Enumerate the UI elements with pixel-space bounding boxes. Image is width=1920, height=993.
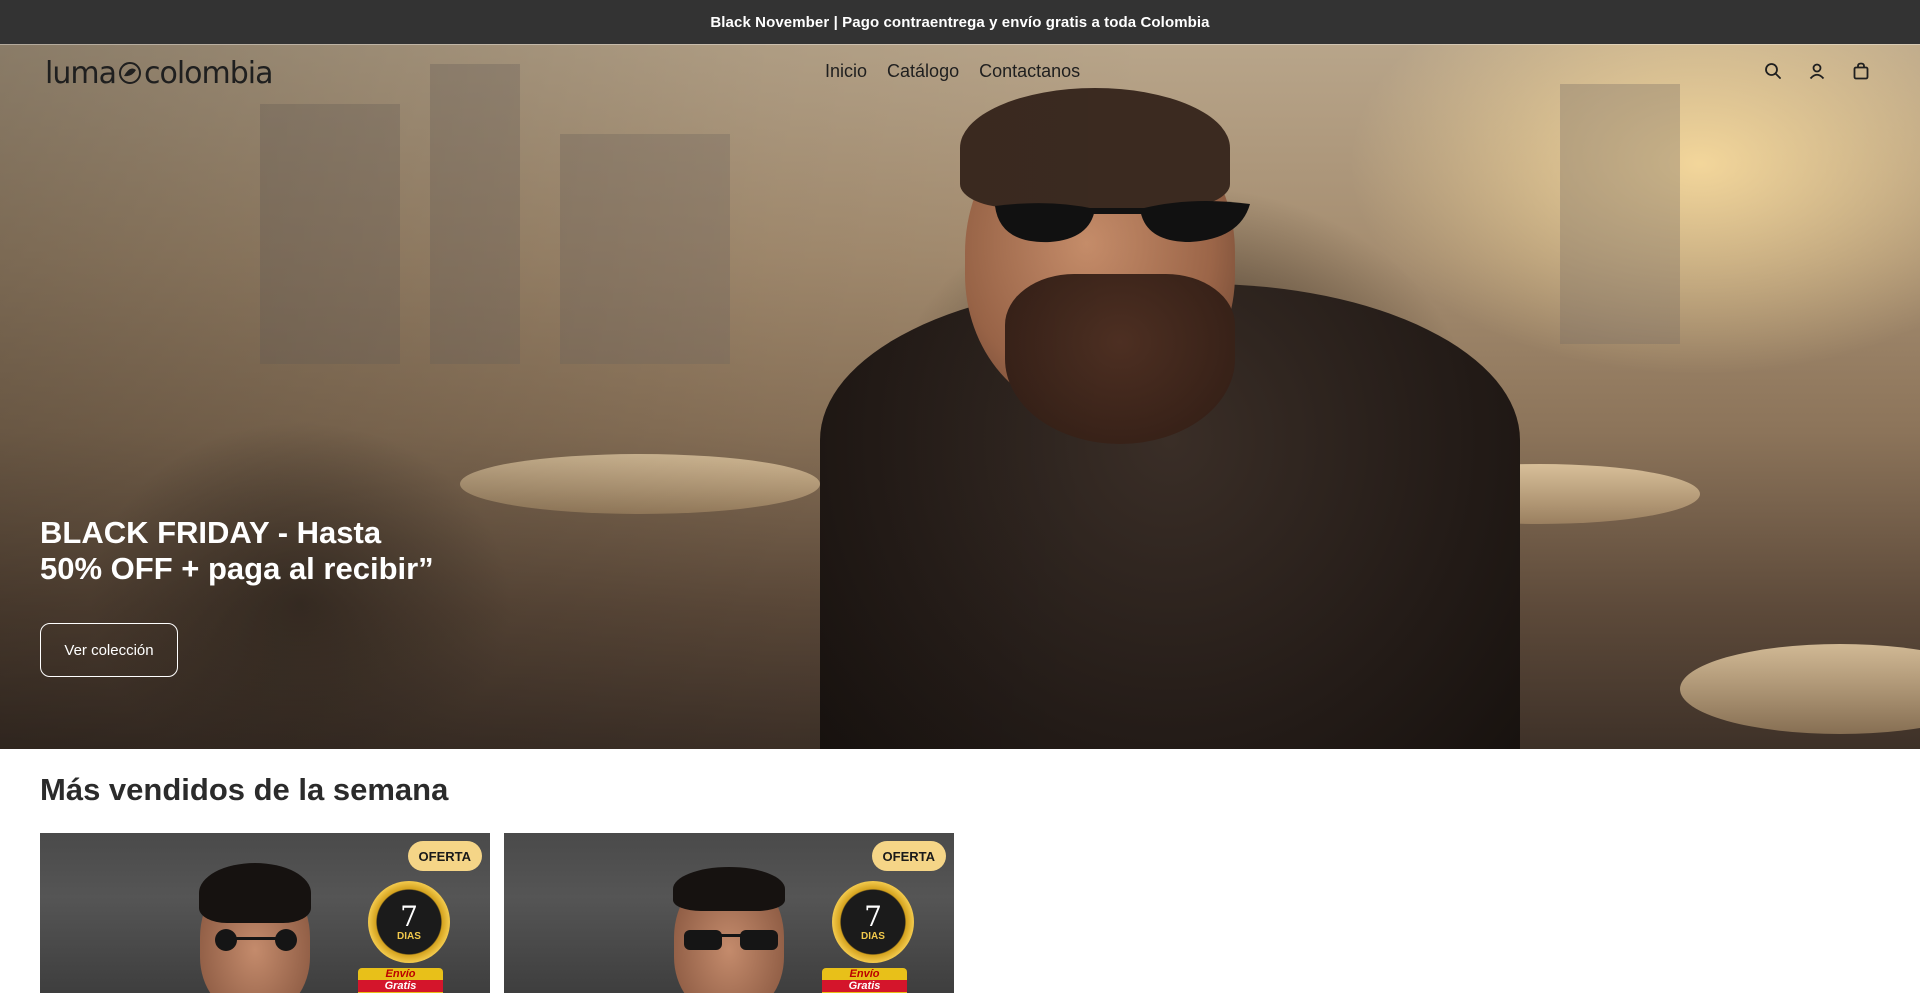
guarantee-seal: 7 DIAS [832,881,914,963]
site-header: luma colombia Inicio Catálogo Contactano… [0,44,1920,98]
hero-title-line1: BLACK FRIDAY - Hasta [40,515,382,550]
announcement-bar: Black November | Pago contraentrega y en… [0,0,1920,44]
product-card[interactable]: OFERTA 7 DIAS Envío Gratis [504,833,954,993]
nav-item-inicio[interactable]: Inicio [825,61,867,82]
nav-item-contactanos[interactable]: Contactanos [979,61,1080,82]
free-shipping-label: Envío Gratis [358,968,443,993]
free-shipping-label: Envío Gratis [822,968,907,993]
hero-banner [0,44,1920,749]
shipping-label: Envío [849,968,880,980]
header-icons [1762,59,1872,83]
main-nav: Inicio Catálogo Contactanos [825,61,1080,82]
offer-badge: OFERTA [871,841,946,871]
shipping-label: Envío [385,968,416,980]
seal-number: 7 [400,899,418,933]
logo-text-left: luma [45,55,117,91]
product-model-hair [199,863,311,923]
sunglasses-icon [684,930,778,950]
seal-text: DIAS [397,930,421,942]
nav-item-catalogo[interactable]: Catálogo [887,61,959,82]
seal-number: 7 [864,899,882,933]
logo[interactable]: luma colombia [45,55,273,91]
seal-text: DIAS [861,930,885,942]
cart-icon[interactable] [1850,59,1872,83]
product-model-hair [673,867,785,911]
logo-text-right: colombia [143,55,274,91]
hero-title: BLACK FRIDAY - Hasta 50% OFF + paga al r… [40,515,434,587]
product-card[interactable]: OFERTA 7 DIAS Envío Gratis [40,833,490,993]
account-icon[interactable] [1806,59,1828,83]
guarantee-seal: 7 DIAS [368,881,450,963]
leaf-icon [118,61,142,85]
shipping-sub: Gratis [822,980,907,992]
offer-badge: OFERTA [407,841,482,871]
search-icon[interactable] [1762,59,1784,83]
shipping-sub: Gratis [358,980,443,992]
section-title: Más vendidos de la semana [40,772,449,807]
sunglasses-icon [215,929,297,951]
view-collection-button[interactable]: Ver colección [40,623,178,677]
hero-shade [0,44,1920,749]
announcement-text: Black November | Pago contraentrega y en… [710,13,1210,31]
hero-title-line2: 50% OFF + paga al recibir” [40,551,434,586]
